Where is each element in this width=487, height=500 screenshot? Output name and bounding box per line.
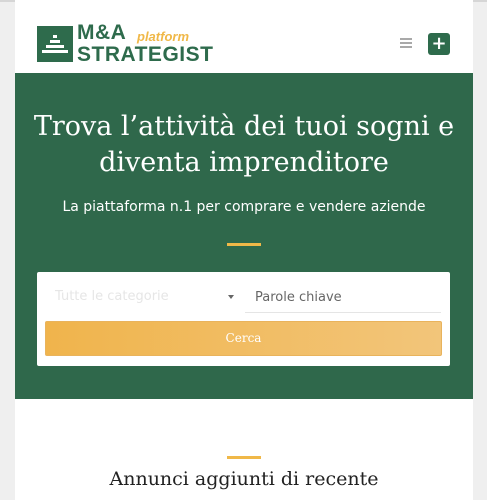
hero-section: Trova l’attività dei tuoi sogni e divent… bbox=[15, 73, 473, 399]
page-frame: M&A STRATEGIST platform + Trova l’attivi… bbox=[15, 0, 473, 500]
hero-subtitle: La piattaforma n.1 per comprare e vender… bbox=[62, 199, 426, 215]
plus-icon: + bbox=[431, 33, 447, 54]
brand-name-line1: M&A bbox=[77, 21, 127, 44]
brand-tagline: platform bbox=[137, 29, 189, 44]
keywords-input[interactable] bbox=[245, 282, 441, 313]
search-panel: Tutte le categorie Cerca bbox=[37, 272, 450, 366]
hero-title-line2: diventa imprenditore bbox=[99, 147, 389, 178]
brand-name-line2: STRATEGIST bbox=[77, 43, 214, 66]
hero-title-line1: Trova l’attività dei tuoi sogni e bbox=[33, 111, 455, 142]
caret-down-icon[interactable] bbox=[228, 295, 234, 299]
section-divider bbox=[227, 456, 261, 459]
add-listing-button[interactable]: + bbox=[428, 33, 450, 55]
logo-steps-icon[interactable] bbox=[37, 26, 73, 62]
header: M&A STRATEGIST platform + bbox=[15, 0, 473, 73]
section-title: Annunci aggiunti di recente bbox=[109, 468, 379, 490]
category-select[interactable]: Tutte le categorie bbox=[47, 282, 235, 312]
hero-divider bbox=[227, 243, 261, 246]
hero-title: Trova l’attività dei tuoi sogni e divent… bbox=[15, 109, 473, 181]
hamburger-menu-icon[interactable] bbox=[400, 38, 412, 48]
search-button[interactable]: Cerca bbox=[45, 321, 442, 356]
